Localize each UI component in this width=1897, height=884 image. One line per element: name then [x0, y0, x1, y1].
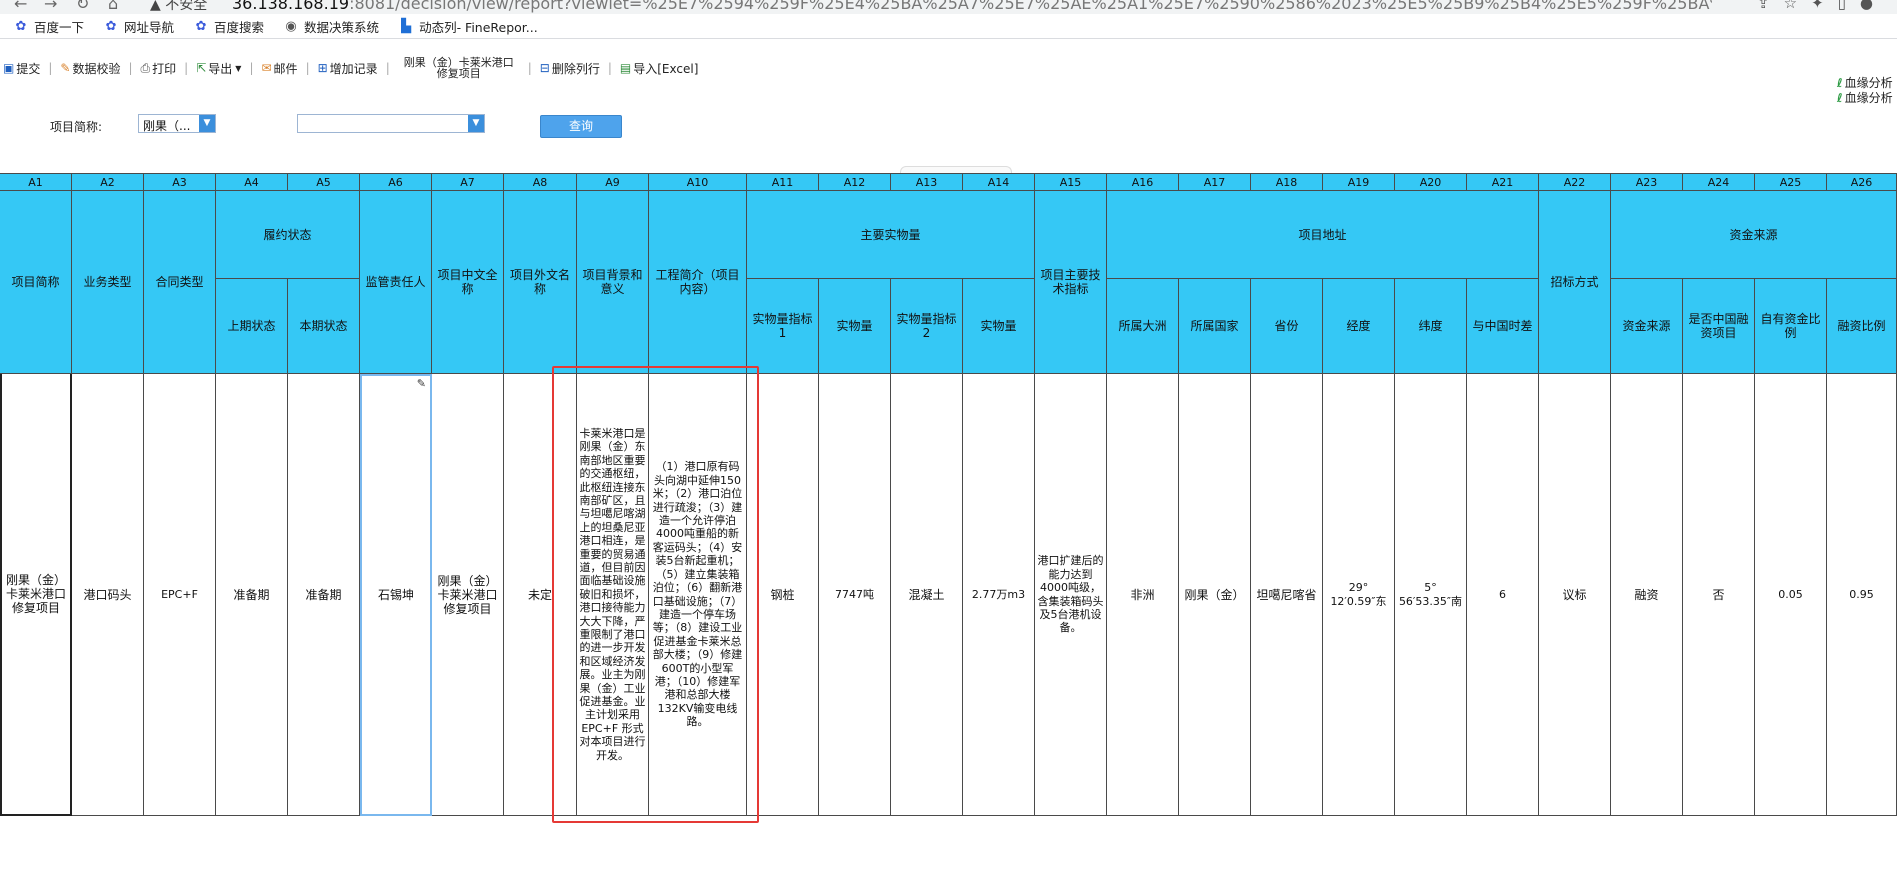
column-letter[interactable]: A3	[144, 173, 216, 191]
column-letter[interactable]: A19	[1323, 173, 1395, 191]
column-letter[interactable]: A18	[1251, 173, 1323, 191]
header-project-summary: 工程简介（项目内容）	[649, 191, 747, 374]
cell-bidding-method[interactable]: 议标	[1539, 374, 1611, 816]
header-business-type: 业务类型	[72, 191, 144, 374]
header-country: 所属国家	[1179, 279, 1251, 374]
column-letter[interactable]: A23	[1611, 173, 1683, 191]
column-letter[interactable]: A12	[819, 173, 891, 191]
cell-own-funds-ratio[interactable]: 0.05	[1755, 374, 1827, 816]
header-funding-group: 资金来源	[1611, 191, 1897, 279]
header-time-difference: 与中国时差	[1467, 279, 1539, 374]
column-letter[interactable]: A13	[891, 173, 963, 191]
header-previous-status: 上期状态	[216, 279, 288, 374]
cell-longitude[interactable]: 29° 12′0.59″东	[1323, 374, 1395, 816]
cell-current-status[interactable]: 准备期	[288, 374, 360, 816]
header-own-funds-ratio: 自有资金比例	[1755, 279, 1827, 374]
column-letter[interactable]: A7	[432, 173, 504, 191]
header-china-financing: 是否中国融资项目	[1683, 279, 1755, 374]
supervisor-value: 石锡坤	[377, 588, 414, 602]
column-letter[interactable]: A14	[963, 173, 1035, 191]
cell-project-short-name[interactable]: 刚果（金）卡莱米港口修复项目	[0, 374, 72, 816]
cell-tech-indicators[interactable]: 港口扩建后的能力达到4000吨级，含集装箱码头及5台港机设备。	[1035, 374, 1107, 816]
column-letter[interactable]: A4	[216, 173, 288, 191]
column-letter[interactable]: A5	[288, 173, 360, 191]
cell-continent[interactable]: 非洲	[1107, 374, 1179, 816]
column-letter[interactable]: A6	[360, 173, 432, 191]
cell-time-difference[interactable]: 6	[1467, 374, 1539, 816]
cell-previous-status[interactable]: 准备期	[216, 374, 288, 816]
cell-china-financing[interactable]: 否	[1683, 374, 1755, 816]
column-letter[interactable]: A2	[72, 173, 144, 191]
header-contract-type: 合同类型	[144, 191, 216, 374]
column-letter[interactable]: A21	[1467, 173, 1539, 191]
cell-quantity-2[interactable]: 2.77万m3	[963, 374, 1035, 816]
column-letter[interactable]: A11	[747, 173, 819, 191]
header-province: 省份	[1251, 279, 1323, 374]
cell-supervisor[interactable]: 石锡坤 ✎	[360, 374, 432, 816]
column-letter[interactable]: A20	[1395, 173, 1467, 191]
column-letter[interactable]: A9	[577, 173, 649, 191]
cell-business-type[interactable]: 港口码头	[72, 374, 144, 816]
header-latitude: 纬度	[1395, 279, 1467, 374]
column-letter[interactable]: A1	[0, 173, 72, 191]
header-bidding-method: 招标方式	[1539, 191, 1611, 374]
cell-country[interactable]: 刚果（金）	[1179, 374, 1251, 816]
header-foreign-name: 项目外文名称	[504, 191, 577, 374]
column-letter[interactable]: A25	[1755, 173, 1827, 191]
column-letter[interactable]: A10	[649, 173, 747, 191]
column-letter[interactable]: A17	[1179, 173, 1251, 191]
cell-project-summary[interactable]: （1）港口原有码头向湖中延伸150米；（2）港口泊位进行疏浚；（3）建造一个允许…	[649, 374, 747, 816]
header-continent: 所属大洲	[1107, 279, 1179, 374]
column-letter[interactable]: A24	[1683, 173, 1755, 191]
cell-province[interactable]: 坦噶尼喀省	[1251, 374, 1323, 816]
header-funding-source: 资金来源	[1611, 279, 1683, 374]
report-grid: A1 A2 A3 A4 A5 A6 A7 A8 A9 A10 A11 A12 A…	[0, 0, 1897, 884]
cell-quantity-1[interactable]: 7747吨	[819, 374, 891, 816]
cell-foreign-name[interactable]: 未定	[504, 374, 577, 816]
cell-funding-source[interactable]: 融资	[1611, 374, 1683, 816]
header-chinese-full-name: 项目中文全称	[432, 191, 504, 374]
cell-quantity-index-1[interactable]: 钢桩	[747, 374, 819, 816]
header-tech-indicators: 项目主要技术指标	[1035, 191, 1107, 374]
edit-pencil-icon[interactable]: ✎	[417, 377, 426, 391]
cell-latitude[interactable]: 5° 56′53.35″南	[1395, 374, 1467, 816]
cell-financing-ratio[interactable]: 0.95	[1827, 374, 1897, 816]
cell-background[interactable]: 卡莱米港口是刚果（金）东南部地区重要的交通枢纽，此枢纽连接东南部矿区，且与坦噶尼…	[577, 374, 649, 816]
column-letter[interactable]: A16	[1107, 173, 1179, 191]
header-quantity-index-2: 实物量指标2	[891, 279, 963, 374]
column-letter[interactable]: A26	[1827, 173, 1897, 191]
header-current-status: 本期状态	[288, 279, 360, 374]
header-project-short-name: 项目简称	[0, 191, 72, 374]
header-address-group: 项目地址	[1107, 191, 1539, 279]
header-quantity-group: 主要实物量	[747, 191, 1035, 279]
header-performance-group: 履约状态	[216, 191, 360, 279]
header-financing-ratio: 融资比例	[1827, 279, 1897, 374]
column-letter[interactable]: A8	[504, 173, 577, 191]
header-quantity-index-1: 实物量指标1	[747, 279, 819, 374]
column-letter[interactable]: A22	[1539, 173, 1611, 191]
cell-chinese-full-name[interactable]: 刚果（金）卡莱米港口修复项目	[432, 374, 504, 816]
header-quantity-2: 实物量	[963, 279, 1035, 374]
cell-contract-type[interactable]: EPC+F	[144, 374, 216, 816]
header-background: 项目背景和意义	[577, 191, 649, 374]
header-quantity-1: 实物量	[819, 279, 891, 374]
cell-quantity-index-2[interactable]: 混凝土	[891, 374, 963, 816]
header-supervisor: 监管责任人	[360, 191, 432, 374]
header-longitude: 经度	[1323, 279, 1395, 374]
column-letter[interactable]: A15	[1035, 173, 1107, 191]
